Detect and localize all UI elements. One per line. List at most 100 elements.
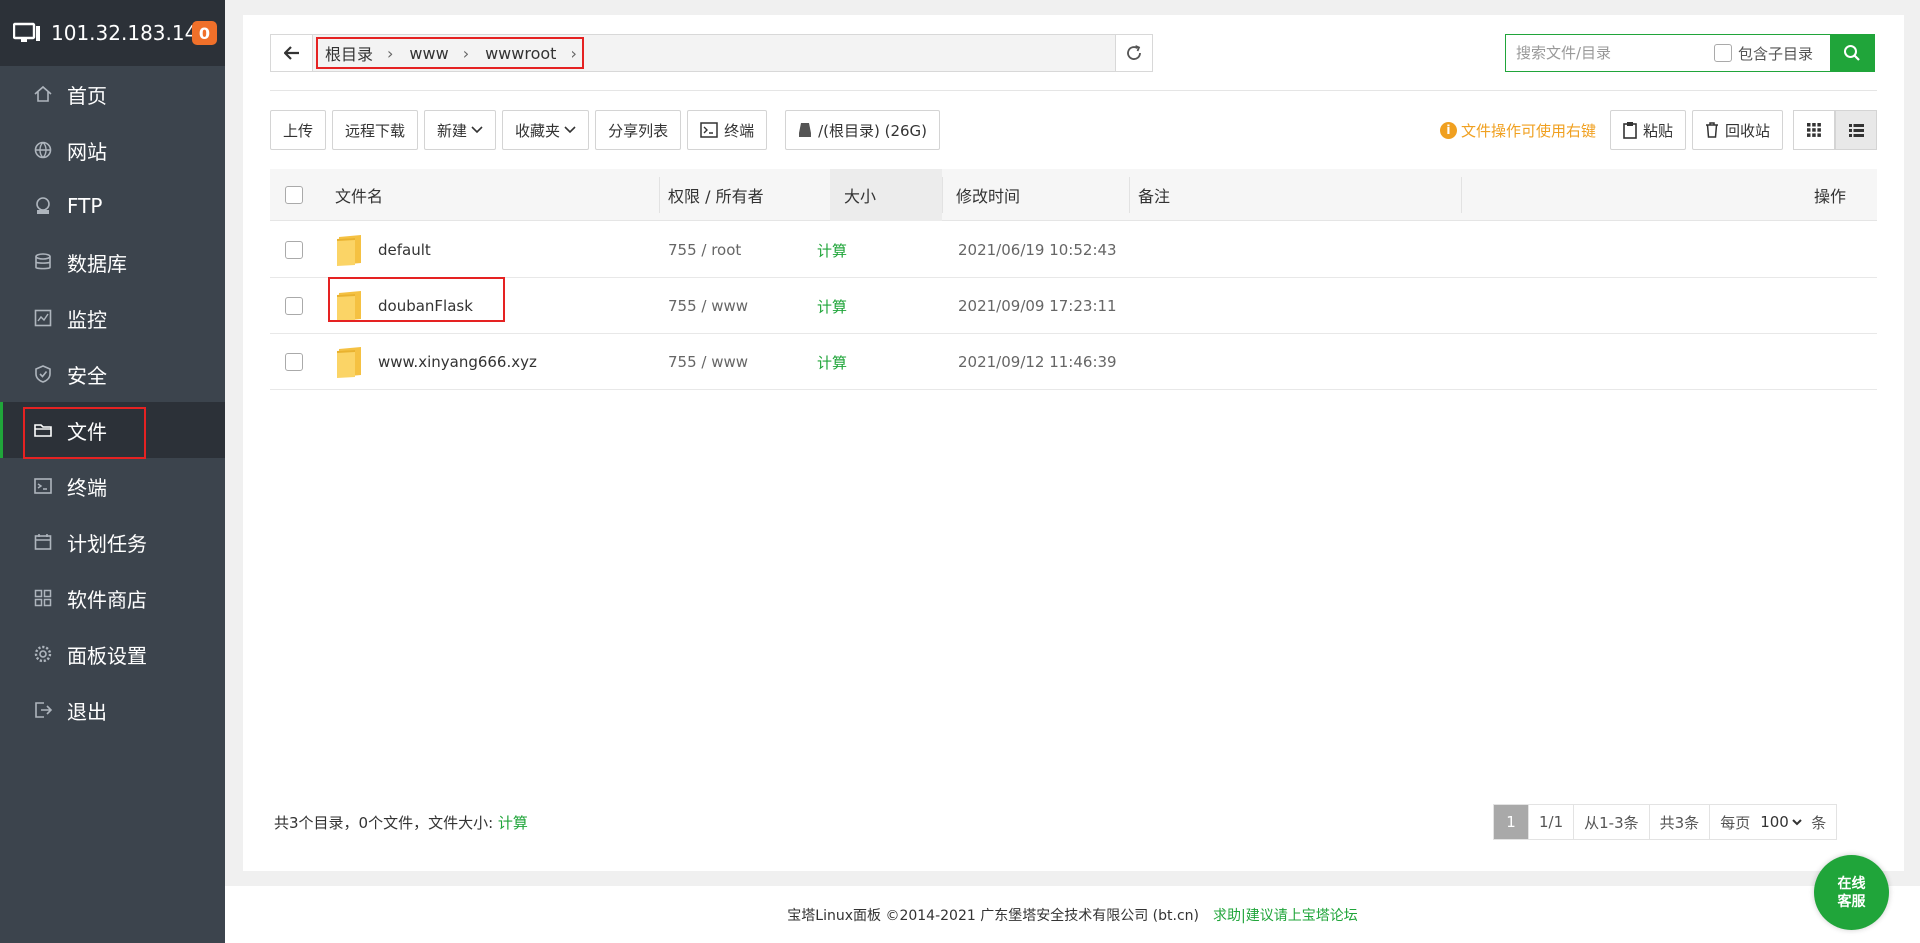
include-subdir-checkbox[interactable] (1714, 44, 1732, 62)
sidebar-item-settings[interactable]: 面板设置 (0, 626, 225, 682)
breadcrumb-www[interactable]: www (409, 44, 448, 63)
sidebar-item-website[interactable]: 网站 (0, 122, 225, 178)
sidebar-item-monitor[interactable]: 监控 (0, 290, 225, 346)
sidebar-item-label: 网站 (67, 139, 107, 164)
sidebar-item-security[interactable]: 安全 (0, 346, 225, 402)
refresh-button[interactable] (1115, 35, 1152, 71)
file-permission[interactable]: 755 / root (668, 222, 741, 278)
calculate-size-link[interactable]: 计算 (817, 278, 847, 334)
table-row[interactable]: doubanFlask 755 / www 计算 2021/09/09 17:2… (270, 278, 1877, 334)
terminal-icon (34, 478, 52, 494)
forum-help-link[interactable]: 求助|建议请上宝塔论坛 (1213, 905, 1358, 925)
online-support-button[interactable]: 在线 客服 (1814, 855, 1889, 930)
sidebar-item-label: 数据库 (67, 251, 127, 276)
total-count: 共3条 (1649, 805, 1711, 839)
file-manager-panel: 根目录 › www › wwwroot › 包含子目录 上传 远程下载 新建 (243, 15, 1904, 871)
file-name[interactable]: default (378, 222, 431, 278)
row-checkbox[interactable] (285, 241, 303, 259)
new-button[interactable]: 新建 (424, 110, 497, 150)
column-size[interactable]: 大小 (844, 169, 876, 221)
summary-text: 共3个目录，0个文件，文件大小: (274, 814, 498, 832)
sidebar-header: 101.32.183.14 0 (0, 0, 225, 66)
grid-icon (1807, 123, 1821, 137)
calendar-icon (34, 534, 52, 550)
column-divider (659, 177, 660, 213)
view-toggle (1793, 110, 1877, 150)
sidebar-item-home[interactable]: 首页 (0, 66, 225, 122)
sidebar-item-label: 软件商店 (67, 587, 147, 612)
sidebar-item-ftp[interactable]: FTP (0, 178, 225, 234)
server-ip: 101.32.183.14 (51, 21, 198, 45)
sidebar-item-store[interactable]: 软件商店 (0, 570, 225, 626)
search-input[interactable] (1506, 35, 1706, 71)
per-page-label: 每页 (1720, 813, 1751, 832)
page-footer: 宝塔Linux面板 ©2014-2021 广东堡塔安全技术有限公司 (bt.cn… (225, 886, 1920, 943)
breadcrumb-wwwroot[interactable]: wwwroot (485, 44, 556, 63)
disk-button[interactable]: /(根目录) (26G) (785, 110, 941, 150)
column-permission[interactable]: 权限 / 所有者 (668, 169, 764, 221)
logout-icon (35, 702, 53, 718)
file-name[interactable]: www.xinyang666.xyz (378, 334, 537, 390)
sidebar-item-label: 安全 (67, 363, 107, 388)
list-icon (1848, 123, 1864, 137)
per-page-select[interactable]: 100 (1756, 812, 1806, 832)
terminal-button-label: 终端 (724, 121, 755, 140)
column-remark: 备注 (1138, 187, 1171, 206)
include-subdir-option[interactable]: 包含子目录 (1714, 35, 1813, 71)
favorites-button[interactable]: 收藏夹 (502, 110, 590, 150)
calculate-total-size-link[interactable]: 计算 (498, 814, 528, 832)
row-checkbox[interactable] (285, 353, 303, 371)
sidebar-item-database[interactable]: 数据库 (0, 234, 225, 290)
list-view-button[interactable] (1835, 110, 1877, 150)
paste-button[interactable]: 粘贴 (1609, 110, 1686, 150)
trash-icon (1705, 122, 1718, 138)
recycle-bin-button-label: 回收站 (1724, 121, 1770, 140)
calculate-size-link[interactable]: 计算 (817, 334, 847, 390)
favorites-button-label: 收藏夹 (515, 121, 561, 140)
sidebar-item-cron[interactable]: 计划任务 (0, 514, 225, 570)
sidebar-item-label: FTP (67, 194, 103, 218)
search-button[interactable] (1830, 35, 1874, 71)
column-mtime[interactable]: 修改时间 (956, 169, 1020, 221)
sidebar-item-label: 终端 (67, 475, 107, 500)
arrow-left-icon (283, 46, 299, 60)
upload-button[interactable]: 上传 (270, 110, 327, 150)
per-page-unit: 条 (1811, 813, 1827, 832)
table-row[interactable]: www.xinyang666.xyz 755 / www 计算 2021/09/… (270, 334, 1877, 390)
share-list-button[interactable]: 分享列表 (595, 110, 682, 150)
sidebar-item-files[interactable]: 文件 (0, 402, 225, 458)
column-name[interactable]: 文件名 (335, 169, 383, 221)
divider (270, 90, 1877, 91)
file-permission[interactable]: 755 / www (668, 334, 748, 390)
column-operations: 操作 (1814, 187, 1847, 206)
notification-badge[interactable]: 0 (192, 21, 217, 45)
file-toolbar: 上传 远程下载 新建 收藏夹 分享列表 终端 /(根目录) (26G) (270, 110, 946, 150)
column-divider (1129, 177, 1130, 213)
terminal-button[interactable]: 终端 (687, 110, 768, 150)
sidebar-item-label: 文件 (67, 419, 107, 444)
row-checkbox[interactable] (285, 297, 303, 315)
terminal-icon (700, 122, 718, 138)
page-range: 从1-3条 (1574, 805, 1650, 839)
folder-icon (34, 424, 52, 437)
include-subdir-label: 包含子目录 (1738, 44, 1814, 63)
sidebar-item-terminal[interactable]: 终端 (0, 458, 225, 514)
chevron-right-icon: › (387, 43, 394, 63)
remote-download-button[interactable]: 远程下载 (332, 110, 419, 150)
file-permission[interactable]: 755 / www (668, 278, 748, 334)
monitor-chart-icon (34, 309, 52, 327)
back-button[interactable] (271, 35, 313, 71)
file-name[interactable]: doubanFlask (378, 278, 473, 334)
breadcrumb-root[interactable]: 根目录 (325, 41, 373, 65)
recycle-bin-button[interactable]: 回收站 (1691, 110, 1783, 150)
table-row[interactable]: default 755 / root 计算 2021/06/19 10:52:4… (270, 222, 1877, 278)
sidebar-item-logout[interactable]: 退出 (0, 682, 225, 738)
grid-view-button[interactable] (1793, 110, 1835, 150)
search-icon (1844, 45, 1860, 61)
page-current[interactable]: 1 (1494, 805, 1529, 839)
clipboard-icon (1623, 122, 1637, 139)
calculate-size-link[interactable]: 计算 (817, 222, 847, 278)
pagination: 1 1/1 从1-3条 共3条 每页 100 条 (1493, 804, 1838, 840)
select-all-checkbox[interactable] (285, 186, 303, 204)
new-button-label: 新建 (437, 121, 468, 140)
